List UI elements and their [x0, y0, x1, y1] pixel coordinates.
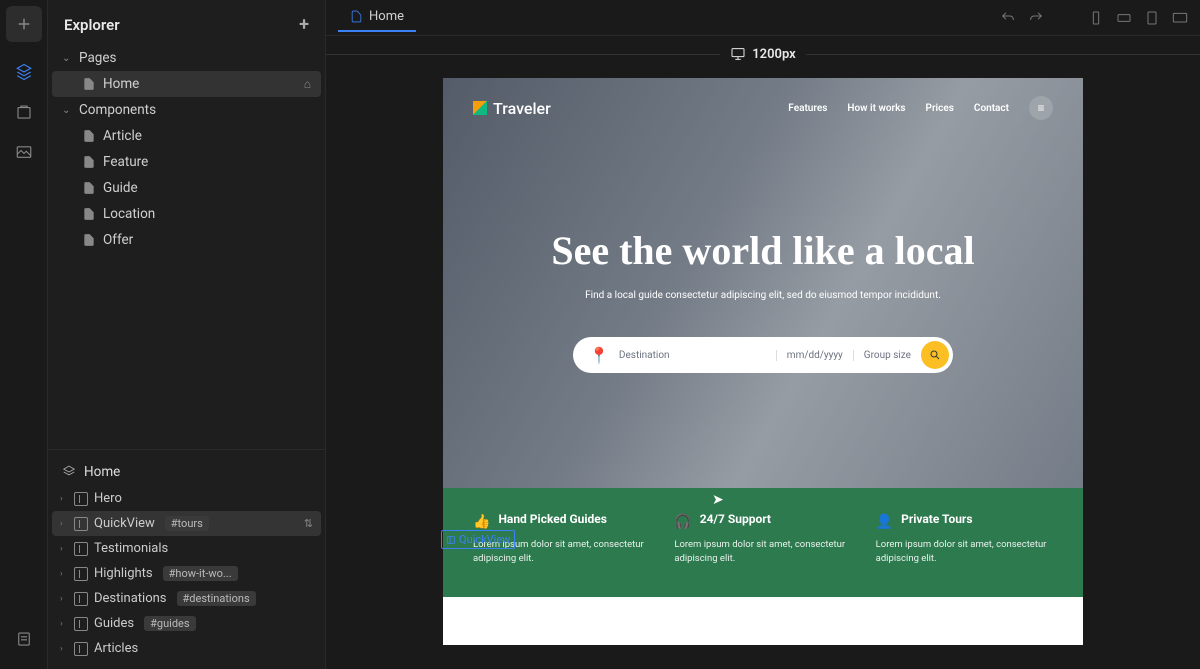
- destination-input[interactable]: Destination: [609, 350, 777, 361]
- file-icon: [82, 233, 96, 247]
- outline-node[interactable]: ›Highlights#how-it-wo...: [52, 561, 321, 586]
- feature-icon: 👤: [876, 514, 893, 530]
- hero-section: Traveler Features How it works Prices Conta…: [443, 78, 1083, 488]
- outline-node[interactable]: ›Destinations#destinations: [52, 586, 321, 611]
- tree-section-pages[interactable]: ⌄ Pages: [52, 45, 321, 71]
- chevron-right-icon: ›: [60, 594, 68, 604]
- explorer-add-button[interactable]: +: [299, 14, 309, 35]
- layers-icon: [62, 465, 76, 479]
- outline-panel: Home ›Hero›QuickView#tours⇅›Testimonials…: [48, 449, 325, 669]
- container-icon: [74, 517, 88, 531]
- tree-item[interactable]: Location: [52, 201, 321, 227]
- file-icon: [350, 10, 363, 23]
- tree-item[interactable]: Article: [52, 123, 321, 149]
- viewport-indicator[interactable]: 1200px: [720, 46, 806, 62]
- outline-node[interactable]: ›Articles: [52, 636, 321, 661]
- container-icon: [74, 617, 88, 631]
- layers-icon[interactable]: [6, 54, 42, 90]
- canvas-area: Home 1200px: [326, 0, 1200, 669]
- file-icon: [82, 181, 96, 195]
- feature-card: 🎧24/7 SupportLorem ipsum dolor sit amet,…: [674, 512, 851, 567]
- page-preview[interactable]: Traveler Features How it works Prices Conta…: [443, 78, 1083, 629]
- tool-rail: [0, 0, 48, 669]
- feature-icon: 🎧: [674, 514, 691, 530]
- chevron-right-icon: ›: [60, 619, 68, 629]
- chevron-down-icon: ⌄: [62, 105, 72, 116]
- chevron-right-icon: ›: [60, 569, 68, 579]
- device-tablet-icon[interactable]: [1144, 10, 1160, 26]
- chevron-right-icon: ›: [60, 519, 68, 529]
- search-pill[interactable]: 📍 Destination mm/dd/yyyy Group size: [573, 337, 953, 373]
- redo-button[interactable]: [1028, 10, 1044, 26]
- chevron-right-icon: ›: [60, 544, 68, 554]
- file-icon: [82, 129, 96, 143]
- container-icon: [74, 642, 88, 656]
- features-section: 👍Hand Picked GuidesLorem ipsum dolor sit…: [443, 488, 1083, 597]
- outline-node[interactable]: ›Hero: [52, 486, 321, 511]
- tree-item[interactable]: Offer: [52, 227, 321, 253]
- search-button[interactable]: [921, 341, 949, 369]
- device-desktop-icon[interactable]: [1172, 10, 1188, 26]
- tree-item[interactable]: Guide: [52, 175, 321, 201]
- container-icon: [74, 542, 88, 556]
- file-icon: [82, 207, 96, 221]
- nav-link[interactable]: Prices: [926, 103, 954, 114]
- image-icon[interactable]: [6, 134, 42, 170]
- tab-home[interactable]: Home: [338, 3, 416, 32]
- explorer-panel: Explorer + ⌄ Pages Home ⌂ ⌄ Components A…: [48, 0, 326, 669]
- container-icon: [74, 567, 88, 581]
- outline-node[interactable]: ›QuickView#tours⇅: [52, 511, 321, 536]
- date-input[interactable]: mm/dd/yyyy: [777, 350, 854, 361]
- container-icon: [74, 592, 88, 606]
- explorer-title: Explorer: [64, 16, 120, 34]
- add-button[interactable]: [6, 6, 42, 42]
- file-icon: [82, 155, 96, 169]
- outline-node[interactable]: ›Guides#guides: [52, 611, 321, 636]
- content-section: [443, 597, 1083, 645]
- chevron-right-icon: ›: [60, 494, 68, 504]
- undo-button[interactable]: [1000, 10, 1016, 26]
- id-tag: #guides: [144, 616, 195, 631]
- hero-subtitle: Find a local guide consectetur adipiscin…: [585, 288, 941, 303]
- home-icon: ⌂: [304, 77, 311, 91]
- id-tag: #destinations: [177, 591, 256, 606]
- pin-icon: 📍: [589, 346, 609, 365]
- id-tag: #tours: [165, 516, 209, 531]
- device-tablet-landscape-icon[interactable]: [1116, 10, 1132, 26]
- tree-item-home[interactable]: Home ⌂: [52, 71, 321, 97]
- chevron-right-icon: ›: [60, 644, 68, 654]
- document-icon[interactable]: [6, 621, 42, 657]
- container-icon: [74, 492, 88, 506]
- id-tag: #how-it-wo...: [163, 566, 238, 581]
- nav-link[interactable]: Features: [788, 103, 827, 114]
- tree-section-components[interactable]: ⌄ Components: [52, 97, 321, 123]
- chevron-down-icon: ⌄: [62, 53, 72, 64]
- selection-overlay: QuickView: [441, 530, 515, 549]
- nav-link[interactable]: Contact: [974, 103, 1009, 114]
- reorder-icon[interactable]: ⇅: [304, 517, 313, 530]
- css-icon[interactable]: [6, 94, 42, 130]
- menu-button[interactable]: ≡: [1029, 96, 1053, 120]
- outline-title: Home: [84, 464, 120, 480]
- brand-mark-icon: [473, 101, 487, 115]
- outline-node[interactable]: ›Testimonials: [52, 536, 321, 561]
- brand-logo: Traveler: [473, 99, 551, 118]
- feature-icon: 👍: [473, 514, 490, 530]
- feature-card: 👤Private ToursLorem ipsum dolor sit amet…: [876, 512, 1053, 567]
- monitor-icon: [730, 46, 746, 62]
- hero-title: See the world like a local: [551, 228, 974, 274]
- nav-link[interactable]: How it works: [847, 103, 905, 114]
- file-icon: [82, 77, 96, 91]
- tree-item[interactable]: Feature: [52, 149, 321, 175]
- group-input[interactable]: Group size: [854, 350, 921, 361]
- device-mobile-icon[interactable]: [1088, 10, 1104, 26]
